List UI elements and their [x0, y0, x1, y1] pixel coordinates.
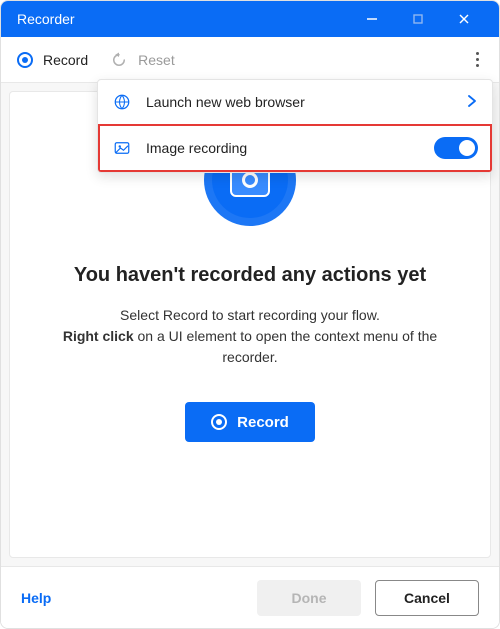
toolbar: Record Reset [1, 37, 499, 83]
empty-headline: You haven't recorded any actions yet [74, 264, 426, 287]
window-controls [349, 1, 487, 37]
maximize-button[interactable] [395, 1, 441, 37]
image-recording-toggle[interactable] [434, 137, 478, 159]
content-area: Launch new web browser Image recording ✦… [1, 83, 499, 566]
titlebar[interactable]: Recorder [1, 1, 499, 37]
minimize-button[interactable] [349, 1, 395, 37]
chevron-right-icon [466, 94, 478, 110]
options-popup: Launch new web browser Image recording [97, 79, 493, 173]
launch-browser-item[interactable]: Launch new web browser [98, 80, 492, 124]
close-button[interactable] [441, 1, 487, 37]
recorder-window: Recorder Record Reset [0, 0, 500, 629]
image-icon [112, 139, 132, 157]
done-button[interactable]: Done [257, 580, 361, 616]
record-button-label: Record [237, 414, 289, 431]
reset-label: Reset [138, 52, 175, 68]
empty-body: Select Record to start recording your fl… [60, 305, 440, 368]
record-label: Record [43, 52, 88, 68]
launch-browser-label: Launch new web browser [146, 94, 452, 110]
close-icon [458, 13, 470, 25]
help-link[interactable]: Help [21, 590, 51, 606]
reset-icon [110, 51, 128, 69]
reset-tool[interactable]: Reset [110, 51, 175, 69]
image-recording-label: Image recording [146, 140, 420, 156]
more-options-button[interactable] [472, 46, 483, 73]
image-recording-item[interactable]: Image recording [98, 124, 492, 172]
globe-icon [112, 93, 132, 111]
maximize-icon [412, 13, 424, 25]
minimize-icon [366, 13, 378, 25]
footer: Help Done Cancel [1, 566, 499, 628]
window-title: Recorder [17, 11, 349, 27]
record-icon [211, 414, 227, 430]
record-button[interactable]: Record [185, 402, 315, 442]
record-icon [17, 52, 33, 68]
cancel-button[interactable]: Cancel [375, 580, 479, 616]
record-tool[interactable]: Record [17, 52, 88, 68]
